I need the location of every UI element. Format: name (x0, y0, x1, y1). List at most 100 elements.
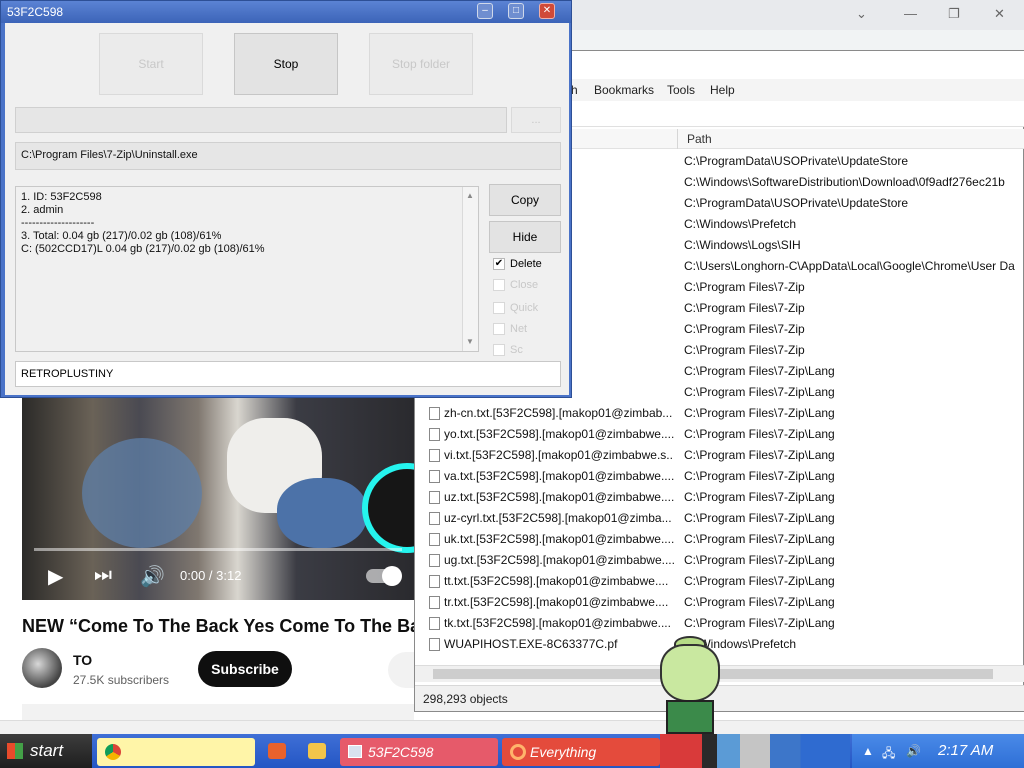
file-icon (429, 449, 440, 462)
checkbox-sc[interactable]: Sc (493, 342, 569, 360)
volume-icon[interactable]: 🔊 (906, 744, 921, 758)
copy-button[interactable]: Copy (489, 184, 561, 216)
taskbar-item-everything[interactable]: Everything (502, 738, 660, 766)
column-path[interactable]: Path (687, 132, 712, 146)
next-icon[interactable]: ⏭ (94, 564, 112, 587)
folder-icon[interactable] (308, 743, 326, 759)
table-row[interactable]: uk.txt.[53F2C598].[makop01@zimbabwe.... C… (415, 529, 1024, 550)
hide-button[interactable]: Hide (489, 221, 561, 253)
checkbox-net[interactable]: Net (493, 321, 569, 339)
dialog-titlebar: 53F2C598 – □ ✕ (1, 1, 571, 23)
file-icon (429, 617, 440, 630)
video-frame-shape (82, 438, 202, 548)
network-icon[interactable]: 🖧 (882, 744, 895, 765)
character-body (666, 700, 714, 734)
table-row[interactable]: vi.txt.[53F2C598].[makop01@zimbabwe.s...… (415, 445, 1024, 466)
note-name-text: RETROPLUSTINY (21, 368, 114, 380)
file-name-cell: WUAPIHOST.EXE-8C63377C.pf (444, 637, 618, 651)
file-name-cell: tt.txt.[53F2C598].[makop01@zimbabwe.... (444, 574, 669, 588)
file-path-cell: C:\Program Files\7-Zip (684, 322, 805, 336)
checkbox-label: Sc (510, 344, 523, 356)
menu-item-bookmarks[interactable]: Bookmarks (594, 83, 654, 97)
table-row[interactable]: uz.txt.[53F2C598].[makop01@zimbabwe.... C… (415, 487, 1024, 508)
checkbox-checked-icon[interactable]: ✔ (493, 258, 505, 270)
file-name-cell: tr.txt.[53F2C598].[makop01@zimbabwe.... (444, 595, 669, 609)
menu-item-help[interactable]: Help (710, 83, 735, 97)
stop-folder-button[interactable]: Stop folder (369, 33, 473, 95)
note-name-field[interactable]: RETROPLUSTINY (15, 361, 561, 387)
log-line: -------------------- (21, 217, 95, 229)
checkbox-checked-icon[interactable] (493, 302, 505, 314)
firefox-icon[interactable] (268, 743, 286, 759)
browse-button[interactable]: ... (511, 107, 561, 133)
scroll-down-icon[interactable]: ▼ (466, 337, 474, 346)
volume-icon[interactable]: 🔊 (140, 564, 165, 589)
video-title[interactable]: NEW “Come To The Back Yes Come To The Ba… (22, 616, 414, 638)
stop-button[interactable]: Stop (234, 33, 338, 95)
close-icon[interactable]: ✕ (994, 6, 1005, 22)
dialog-title: 53F2C598 (7, 5, 64, 19)
current-file-field: C:\Program Files\7-Zip\Uninstall.exe (15, 142, 561, 170)
chevron-down-icon[interactable]: ⌄ (856, 6, 867, 22)
checkbox-close[interactable]: Close (493, 277, 569, 295)
horizontal-scrollbar[interactable] (0, 720, 1024, 734)
file-name-cell: uz-cyrl.txt.[53F2C598].[makop01@zimba... (444, 511, 672, 525)
file-icon (429, 407, 440, 420)
magnifier-icon (510, 744, 526, 760)
video-time: 0:00 / 3:12 (180, 568, 242, 583)
table-row[interactable]: ug.txt.[53F2C598].[makop01@zimbabwe.... C… (415, 550, 1024, 571)
file-path-cell: C:\Program Files\7-Zip\Lang (684, 385, 835, 399)
scroll-up-icon[interactable]: ▲ (466, 191, 474, 200)
checkbox-delete[interactable]: ✔ Delete (493, 256, 569, 274)
file-path-cell: C:\Program Files\7-Zip\Lang (684, 532, 835, 546)
checkbox-unchecked-icon[interactable] (493, 323, 505, 335)
table-row[interactable]: va.txt.[53F2C598].[makop01@zimbabwe.... C… (415, 466, 1024, 487)
menu-item-tools[interactable]: Tools (667, 83, 695, 97)
table-row[interactable]: uz-cyrl.txt.[53F2C598].[makop01@zimba...… (415, 508, 1024, 529)
file-path-cell: C:\Windows\SoftwareDistribution\Download… (684, 175, 1005, 189)
taskbar-item-53f2c598[interactable]: 53F2C598 (340, 738, 498, 766)
file-path-cell: C:\ProgramData\USOPrivate\UpdateStore (684, 154, 909, 168)
file-icon (429, 533, 440, 546)
play-icon[interactable]: ▶ (48, 564, 63, 589)
table-row[interactable]: yo.txt.[53F2C598].[makop01@zimbabwe.... C… (415, 424, 1024, 445)
checkbox-label: Net (510, 323, 528, 335)
autoplay-toggle[interactable] (366, 566, 402, 586)
video-progress-bar[interactable] (34, 548, 402, 551)
avatar[interactable] (22, 648, 62, 688)
checkbox-quick[interactable]: Quick (493, 300, 569, 318)
close-icon[interactable]: ✕ (539, 3, 555, 19)
log-textarea[interactable]: 1. ID: 53F2C598 2. admin ---------------… (15, 186, 479, 352)
file-icon (429, 575, 440, 588)
tiktok-logo-icon (362, 463, 414, 553)
subscriber-count: 27.5K subscribers (73, 673, 170, 687)
table-row[interactable]: tr.txt.[53F2C598].[makop01@zimbabwe.... C… (415, 592, 1024, 613)
file-name-cell: ug.txt.[53F2C598].[makop01@zimbabwe.... (444, 553, 674, 567)
tray-expand-icon[interactable]: ▲ (862, 744, 874, 758)
checkbox-checked-icon[interactable] (493, 344, 505, 356)
log-line: 1. ID: 53F2C598 (21, 191, 102, 203)
start-button[interactable]: Start (99, 33, 203, 95)
checkbox-checked-icon[interactable] (493, 279, 505, 291)
video-player[interactable]: ▶ ⏭ 🔊 0:00 / 3:12 (22, 398, 414, 600)
table-row[interactable]: tk.txt.[53F2C598].[makop01@zimbabwe.... C… (415, 613, 1024, 634)
minimize-icon[interactable]: – (477, 3, 493, 19)
menu-item-search[interactable]: h (571, 83, 578, 97)
table-row[interactable]: tt.txt.[53F2C598].[makop01@zimbabwe.... C… (415, 571, 1024, 592)
vertical-scrollbar[interactable]: ▲ ▼ (462, 187, 478, 351)
taskbar-item-chrome[interactable] (97, 738, 255, 766)
file-path-cell: C:\Program Files\7-Zip\Lang (684, 511, 835, 525)
subscribe-button[interactable]: Subscribe (198, 651, 292, 687)
character-head (660, 644, 720, 702)
maximize-icon[interactable]: □ (508, 3, 524, 19)
column-separator[interactable] (677, 129, 678, 149)
restore-icon[interactable]: ❐ (948, 6, 960, 22)
minimize-icon[interactable]: — (904, 6, 917, 21)
channel-name[interactable]: TO (73, 652, 92, 668)
folder-input[interactable] (15, 107, 507, 133)
current-file-path: C:\Program Files\7-Zip\Uninstall.exe (21, 149, 198, 161)
video-frame-shape (277, 478, 367, 548)
table-row[interactable]: zh-cn.txt.[53F2C598].[makop01@zimbab... C… (415, 403, 1024, 424)
start-button[interactable]: start (0, 734, 92, 768)
clock[interactable]: 2:17 AM (938, 742, 993, 759)
